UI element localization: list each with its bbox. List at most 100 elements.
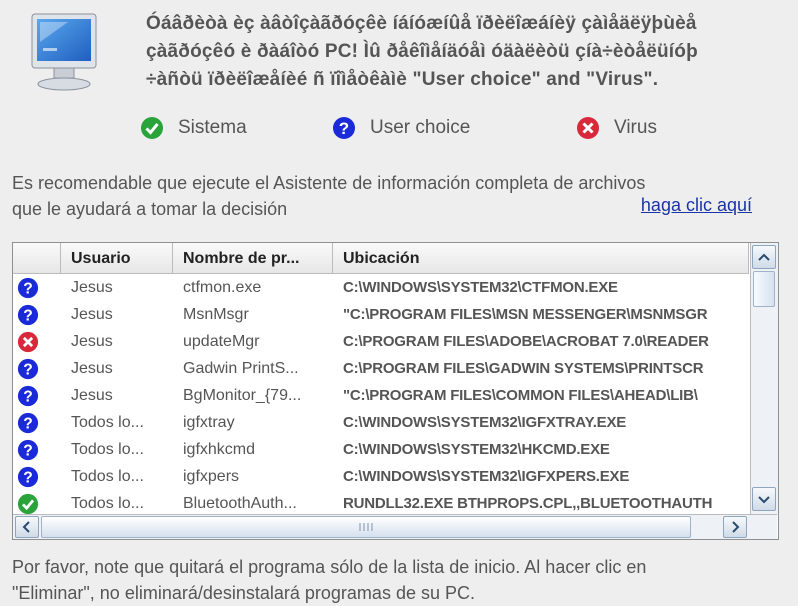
row-program-name: updateMgr bbox=[183, 333, 260, 350]
row-program-name: BluetoothAuth... bbox=[183, 495, 297, 512]
column-header-user[interactable]: Usuario bbox=[61, 243, 173, 273]
horizontal-scrollbar[interactable] bbox=[13, 514, 777, 539]
horizontal-scroll-thumb[interactable] bbox=[41, 516, 691, 538]
row-status: ? bbox=[13, 436, 61, 463]
row-status: ? bbox=[13, 274, 61, 301]
column-header-status[interactable] bbox=[13, 243, 61, 273]
question-icon: ? bbox=[17, 304, 39, 325]
scroll-left-button[interactable] bbox=[15, 516, 39, 538]
vertical-scrollbar[interactable] bbox=[750, 243, 778, 515]
virus-x-icon bbox=[17, 331, 39, 352]
legend-label: Virus bbox=[614, 117, 657, 138]
row-status: ? bbox=[13, 382, 61, 409]
chevron-right-icon bbox=[732, 521, 740, 533]
status-legend: Sistema ? User choice Virus bbox=[0, 116, 798, 144]
warning-line-2: çàãðóçêó è ðàáîòó PC! Ìû ðåêîìåíäóåì óäà… bbox=[146, 41, 698, 62]
legend-virus: Virus bbox=[576, 116, 657, 140]
chevron-down-icon bbox=[758, 496, 770, 504]
svg-text:?: ? bbox=[339, 119, 349, 138]
row-program-name: MsnMsgr bbox=[183, 306, 249, 323]
question-icon: ? bbox=[17, 385, 39, 406]
row-location: "C:\PROGRAM FILES\MSN MESSENGER\MSNMSGR bbox=[343, 306, 708, 323]
row-user: Todos lo... bbox=[71, 468, 144, 485]
column-header-location[interactable]: Ubicación bbox=[333, 243, 749, 273]
svg-text:?: ? bbox=[23, 442, 33, 459]
warning-message: Óáâðèòà èç àâòîçàãðóçêè íáíóæíûå ïðèëîæá… bbox=[146, 10, 776, 94]
row-program-name: BgMonitor_{79... bbox=[183, 387, 302, 404]
svg-text:?: ? bbox=[23, 469, 33, 486]
question-icon: ? bbox=[17, 439, 39, 460]
grip-icon bbox=[359, 523, 373, 531]
help-link[interactable]: haga clic aquí bbox=[641, 195, 752, 216]
chevron-up-icon bbox=[758, 253, 770, 261]
row-program-name: Gadwin PrintS... bbox=[183, 360, 299, 377]
table-row[interactable]: ? Jesus BgMonitor_{79... "C:\PROGRAM FILES\… bbox=[13, 382, 749, 409]
table-row[interactable]: ? Jesus Gadwin PrintS... C:\PROGRAM FILES\G… bbox=[13, 355, 749, 382]
table-row[interactable]: Jesus updateMgr C:\PROGRAM FILES\ADOBE\ACR… bbox=[13, 328, 749, 355]
row-location: C:\WINDOWS\SYSTEM32\HKCMD.EXE bbox=[343, 441, 610, 458]
scroll-right-button[interactable] bbox=[723, 516, 747, 538]
svg-text:?: ? bbox=[23, 307, 33, 324]
row-status bbox=[13, 328, 61, 355]
table-row[interactable]: ? Todos lo... igfxpers C:\WINDOWS\SYSTEM32\… bbox=[13, 463, 749, 490]
table-row[interactable]: ? Todos lo... igfxhkcmd C:\WINDOWS\SYSTEM32… bbox=[13, 436, 749, 463]
scroll-up-button[interactable] bbox=[752, 245, 776, 269]
row-location: C:\WINDOWS\SYSTEM32\IGFXTRAY.EXE bbox=[343, 414, 627, 431]
table-row[interactable]: ? Todos lo... igfxtray C:\WINDOWS\SYSTEM32\… bbox=[13, 409, 749, 436]
row-program-name: igfxtray bbox=[183, 414, 235, 431]
row-location: "C:\PROGRAM FILES\COMMON FILES\AHEAD\LIB… bbox=[343, 387, 698, 404]
legend-label: Sistema bbox=[178, 117, 247, 138]
row-location: C:\WINDOWS\SYSTEM32\CTFMON.EXE bbox=[343, 279, 618, 296]
row-user: Jesus bbox=[71, 333, 113, 350]
svg-text:?: ? bbox=[23, 361, 33, 378]
warning-line-3: ÷àñòü ïðèëîæåíèé ñ ïîìåòêàìè "User choic… bbox=[146, 69, 659, 90]
table-row[interactable]: ? Jesus MsnMsgr "C:\PROGRAM FILES\MSN MESSE… bbox=[13, 301, 749, 328]
chevron-left-icon bbox=[22, 521, 30, 533]
table-body: ? Jesus ctfmon.exe C:\WINDOWS\SYSTEM32\CTFM… bbox=[13, 274, 749, 514]
row-location: C:\PROGRAM FILES\ADOBE\ACROBAT 7.0\READE… bbox=[343, 333, 709, 350]
row-program-name: igfxhkcmd bbox=[183, 441, 256, 458]
table-header: Usuario Nombre de pr... Ubicación bbox=[13, 243, 749, 274]
row-user: Todos lo... bbox=[71, 441, 144, 458]
row-user: Jesus bbox=[71, 387, 113, 404]
monitor-icon bbox=[31, 13, 97, 91]
row-status bbox=[13, 490, 61, 514]
row-user: Jesus bbox=[71, 279, 113, 296]
legend-label: User choice bbox=[370, 117, 471, 138]
row-user: Todos lo... bbox=[71, 414, 144, 431]
question-icon: ? bbox=[17, 277, 39, 298]
row-status: ? bbox=[13, 463, 61, 490]
question-icon: ? bbox=[17, 358, 39, 379]
startup-programs-table: Usuario Nombre de pr... Ubicación ? Jesus… bbox=[12, 242, 779, 540]
recommendation-line-1: Es recomendable que ejecute el Asistente… bbox=[12, 173, 646, 193]
svg-text:?: ? bbox=[23, 388, 33, 405]
table-row[interactable]: Todos lo... BluetoothAuth... RUNDLL32.EXE … bbox=[13, 490, 749, 514]
footer-note: Por favor, note que quitará el programa … bbox=[12, 554, 782, 606]
svg-text:?: ? bbox=[23, 280, 33, 297]
virus-x-icon bbox=[577, 117, 599, 139]
question-icon: ? bbox=[333, 117, 355, 139]
row-status: ? bbox=[13, 355, 61, 382]
legend-sistema: Sistema bbox=[140, 116, 247, 140]
scroll-down-button[interactable] bbox=[752, 487, 776, 511]
check-icon bbox=[141, 117, 163, 139]
check-icon bbox=[17, 493, 39, 514]
vertical-scroll-thumb[interactable] bbox=[753, 271, 775, 307]
svg-text:?: ? bbox=[23, 415, 33, 432]
row-location: RUNDLL32.EXE BTHPROPS.CPL,,BLUETOOTHAUTH bbox=[343, 495, 713, 512]
row-program-name: ctfmon.exe bbox=[183, 279, 262, 296]
table-row[interactable]: ? Jesus ctfmon.exe C:\WINDOWS\SYSTEM32\CTFM… bbox=[13, 274, 749, 301]
row-user: Jesus bbox=[71, 360, 113, 377]
footer-line-2: "Eliminar", no eliminará/desinstalará pr… bbox=[12, 583, 475, 603]
row-status: ? bbox=[13, 409, 61, 436]
row-location: C:\PROGRAM FILES\GADWIN SYSTEMS\PRINTSCR bbox=[343, 360, 704, 377]
legend-user-choice: ? User choice bbox=[332, 116, 470, 140]
footer-line-1: Por favor, note que quitará el programa … bbox=[12, 557, 647, 577]
row-user: Jesus bbox=[71, 306, 113, 323]
warning-line-1: Óáâðèòà èç àâòîçàãðóçêè íáíóæíûå ïðèëîæá… bbox=[146, 13, 697, 34]
column-header-program-name[interactable]: Nombre de pr... bbox=[173, 243, 333, 273]
question-icon: ? bbox=[17, 412, 39, 433]
row-program-name: igfxpers bbox=[183, 468, 240, 485]
row-location: C:\WINDOWS\SYSTEM32\IGFXPERS.EXE bbox=[343, 468, 630, 485]
row-user: Todos lo... bbox=[71, 495, 144, 512]
